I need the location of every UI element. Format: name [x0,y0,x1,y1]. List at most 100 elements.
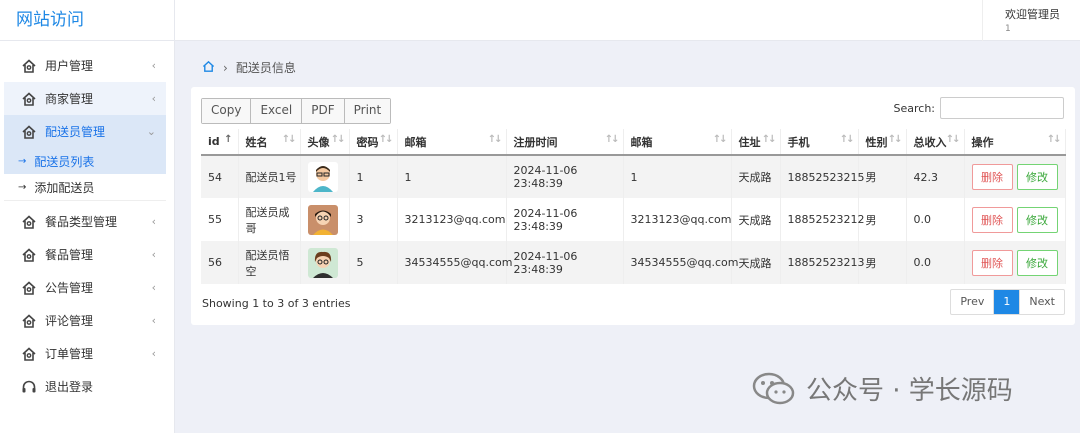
sidebar-item-food[interactable]: 餐品管理 ‹ [4,238,166,271]
courier-avatar-image [307,247,338,278]
column-header-label: 操作 [971,135,994,149]
brand-title[interactable]: 网站访问 [0,0,174,41]
user-menu[interactable]: 欢迎管理员 1 [982,0,1080,41]
cell-gender: 男 [858,198,907,241]
chevron-down-icon: ⌄ [146,125,156,138]
column-header-actions[interactable]: 操作 ↑↓ [964,129,1066,156]
column-header-password[interactable]: 密码 ↑↓ [349,129,398,156]
sidebar-item-announcements[interactable]: 公告管理 ‹ [4,271,166,304]
cell-email-2: 3213123@qq.com [623,198,732,241]
cell-reg-time: 2024-11-06 23:48:39 [506,155,624,198]
sort-icon: ↑↓ [281,134,297,145]
page-button-current[interactable]: 1 [994,290,1021,314]
sort-icon: ↑↓ [604,134,620,145]
sidebar-item-label: 订单管理 [45,347,94,361]
cell-actions: 删除 修改 [964,198,1066,241]
sidebar-item-users[interactable]: 用户管理 ‹ [4,49,166,82]
chevron-left-icon: ‹ [151,281,156,294]
edit-button[interactable]: 修改 [1016,249,1058,276]
column-header-avatar[interactable]: 头像 ↑↓ [300,129,350,156]
sort-icon: ↑↓ [330,134,346,145]
submenu-item-courier-list[interactable]: → 配送员列表 [4,148,166,174]
sidebar-item-comments[interactable]: 评论管理 ‹ [4,304,166,337]
pagination: Prev 1 Next [950,289,1065,315]
chevron-left-icon: ‹ [151,92,156,105]
column-header-address[interactable]: 住址 ↑↓ [731,129,781,156]
table-row: 56 配送员悟空 5 34534555@qq.com 2024-11-06 23… [201,241,1066,284]
sort-icon: ↑↓ [1046,134,1062,145]
search-input[interactable] [940,97,1064,119]
delete-button[interactable]: 删除 [971,164,1013,190]
table-row: 55 配送员成哥 3 3213123@qq.com 2024-11-06 23:… [201,198,1066,241]
home-icon [21,247,37,263]
cell-id: 55 [201,198,239,241]
cell-email: 1 [397,155,507,198]
cell-actions: 删除 修改 [964,241,1066,284]
home-icon [21,214,37,230]
sidebar-item-logout[interactable]: 退出登录 [4,370,166,403]
home-icon [21,346,37,362]
sort-icon: ↑↓ [761,134,777,145]
headset-icon [21,379,37,395]
search-label: Search: [893,101,936,115]
cell-income: 0.0 [906,198,965,241]
cell-email: 3213123@qq.com [397,198,507,241]
watermark-text: 公众号 · 学长源码 [806,376,1013,406]
excel-button[interactable]: Excel [251,99,303,123]
cell-email: 34534555@qq.com [397,241,512,284]
sort-icon: ↑↓ [839,134,855,145]
sort-icon: ↑↓ [887,134,903,145]
prev-page-button[interactable]: Prev [951,290,995,314]
cell-phone: 18852523215 [780,155,864,198]
courier-avatar-image [307,162,338,192]
delete-button[interactable]: 删除 [971,249,1013,276]
submenu-item-add-courier[interactable]: → 添加配送员 [4,174,166,200]
sidebar-item-food-types[interactable]: 餐品类型管理 ‹ [4,205,166,238]
column-header-email[interactable]: 邮箱 ↑↓ [397,129,507,156]
sidebar-item-merchants[interactable]: 商家管理 ‹ [4,82,166,115]
cell-address: 天成路 [731,241,781,284]
home-icon[interactable] [202,60,215,76]
submenu-couriers: → 配送员列表 → 添加配送员 [4,148,166,201]
chevron-right-icon: › [223,60,228,75]
cell-address: 天成路 [731,198,781,241]
sidebar-item-couriers[interactable]: 配送员管理 ⌄ [4,115,166,148]
submenu-item-label: 添加配送员 [34,180,95,195]
column-header-email-2[interactable]: 邮箱 ↑↓ [623,129,732,156]
column-header-gender[interactable]: 性别 ↑↓ [858,129,907,156]
edit-button[interactable]: 修改 [1016,164,1058,190]
sidebar-item-label: 配送员管理 [45,125,106,139]
cell-name: 配送员成哥 [238,198,301,241]
cell-email-2: 1 [623,155,732,198]
pdf-button[interactable]: PDF [302,99,345,123]
column-header-id[interactable]: id ↑ [201,129,239,156]
column-header-label: 姓名 [245,135,268,149]
content-card: Copy Excel PDF Print Search: id ↑ 姓名 ↑↓ 头像… [191,87,1075,325]
breadcrumb-current: 配送员信息 [235,61,296,75]
wechat-icon [752,372,795,404]
next-page-button[interactable]: Next [1020,290,1064,314]
edit-button[interactable]: 修改 [1016,206,1058,233]
user-id: 1 [1005,24,1011,34]
copy-button[interactable]: Copy [202,99,252,123]
column-header-label: 手机 [787,135,810,149]
cell-id: 54 [201,155,239,198]
sidebar-item-orders[interactable]: 订单管理 ‹ [4,337,166,370]
home-icon [21,58,37,74]
cell-income: 0.0 [906,241,965,284]
chevron-left-icon: ‹ [151,215,156,228]
column-header-income[interactable]: 总收入 ↑↓ [906,129,965,156]
arrow-right-icon: → [18,181,27,193]
column-header-phone[interactable]: 手机 ↑↓ [780,129,859,156]
column-header-label: 邮箱 [404,135,427,149]
chevron-left-icon: ‹ [151,59,156,72]
column-header-reg-time[interactable]: 注册时间 ↑↓ [506,129,624,156]
chevron-left-icon: ‹ [151,314,156,327]
cell-email-2: 34534555@qq.com [623,241,738,284]
cell-actions: 删除 修改 [964,155,1066,198]
column-header-name[interactable]: 姓名 ↑↓ [238,129,301,156]
print-button[interactable]: Print [344,99,391,123]
sidebar-item-label: 餐品类型管理 [45,215,118,229]
chevron-left-icon: ‹ [151,248,156,261]
delete-button[interactable]: 删除 [971,206,1013,233]
